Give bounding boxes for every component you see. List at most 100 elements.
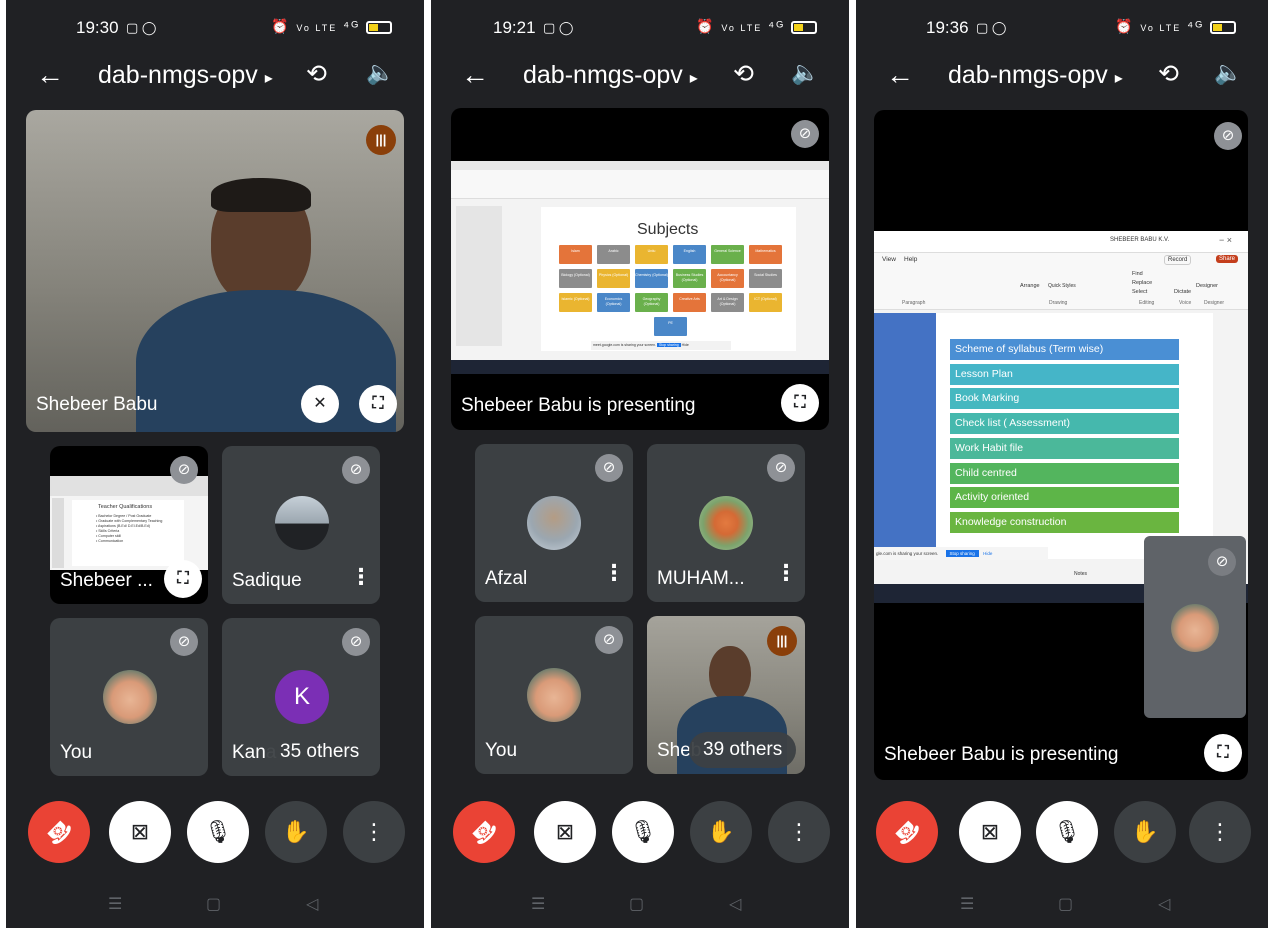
participant-tile-you[interactable]: ⊘ You	[50, 618, 208, 776]
select-tool[interactable]: Select	[1132, 289, 1147, 295]
fullscreen-icon[interactable]: ⛶	[164, 560, 202, 598]
participant-tile-muham[interactable]: ⊘ MUHAM... ⋮	[647, 444, 805, 602]
presenting-caption: Shebeer Babu is presenting	[461, 395, 696, 416]
fullscreen-icon[interactable]: ⛶	[359, 385, 397, 423]
meeting-code[interactable]: dab-nmgs-opv ▸	[948, 61, 1123, 90]
camera-flip-icon[interactable]: ⟲	[1158, 59, 1179, 89]
menu-help[interactable]: Help	[904, 256, 917, 263]
home-nav-icon[interactable]: ▢	[206, 894, 221, 914]
subject-box: Art & Design (Optional)	[711, 293, 744, 312]
presentation-stage[interactable]: ⊘ SHEBEER BABU K.V. − × View Help Record…	[874, 110, 1248, 780]
window-controls[interactable]: − ×	[1219, 235, 1232, 245]
participant-tile-kana[interactable]: ⊘ K Kana 35 others	[222, 618, 380, 776]
back-icon[interactable]: ←	[886, 59, 914, 91]
hide-button[interactable]: Hide	[682, 343, 689, 347]
mic-toggle-button[interactable]: 🎙	[612, 801, 674, 863]
end-call-button[interactable]: ☎	[876, 801, 938, 863]
avatar	[103, 670, 157, 724]
back-icon[interactable]: ←	[461, 59, 489, 91]
menu-view[interactable]: View	[882, 256, 896, 263]
speaker-icon[interactable]: 🔈	[1214, 59, 1243, 86]
hide-button[interactable]: Hide	[983, 551, 992, 556]
more-vertical-icon: ⋮	[1209, 819, 1231, 844]
mic-off-icon: ⊘	[791, 120, 819, 148]
dictate-tool[interactable]: Dictate	[1174, 289, 1191, 295]
subject-box: Biology (Optional)	[559, 269, 592, 288]
quick-styles-tool[interactable]: Quick Styles	[1048, 283, 1076, 289]
share-button[interactable]: Share	[1216, 255, 1239, 263]
raise-hand-button[interactable]: ✋	[690, 801, 752, 863]
fullscreen-icon[interactable]: ⛶	[781, 384, 819, 422]
mic-off-icon: ⊘	[595, 626, 623, 654]
more-options-icon[interactable]: ⋮	[350, 564, 372, 590]
self-view-tile[interactable]: ⊘	[1144, 536, 1246, 718]
stop-sharing-button[interactable]: Stop sharing	[657, 343, 681, 347]
participant-tile-screen[interactable]: Teacher Qualifications • Bachelor Degree…	[50, 446, 208, 604]
back-nav-icon[interactable]: ◁	[729, 894, 741, 914]
subject-box: PE	[654, 317, 687, 336]
meeting-code[interactable]: dab-nmgs-opv ▸	[523, 61, 698, 90]
end-call-button[interactable]: ☎	[453, 801, 515, 863]
replace-tool[interactable]: Replace	[1132, 280, 1152, 286]
others-count[interactable]: 39 others	[689, 732, 797, 768]
slide-blue-panel	[874, 313, 936, 559]
record-button[interactable]: Record	[1164, 255, 1192, 265]
more-options-button[interactable]: ⋮	[1189, 801, 1251, 863]
raise-hand-button[interactable]: ✋	[1114, 801, 1176, 863]
camera-flip-icon[interactable]: ⟲	[306, 59, 327, 89]
end-call-button[interactable]: ☎	[28, 801, 90, 863]
mic-off-icon: 🎙	[204, 819, 232, 844]
ppt-user: SHEBEER BABU K.V.	[1110, 237, 1170, 243]
exit-fullscreen-icon[interactable]: ⛶	[1204, 734, 1242, 772]
participant-tile-afzal[interactable]: ⊘ Afzal ⋮	[475, 444, 633, 602]
subject-box: Accountancy (Optional)	[711, 269, 744, 288]
cast-icon: ▢ ◯	[126, 20, 157, 35]
participant-tile-you[interactable]: ⊘ You	[475, 616, 633, 774]
status-time: 19:21	[493, 18, 536, 37]
speaker-icon[interactable]: 🔈	[366, 59, 395, 86]
back-nav-icon[interactable]: ◁	[1158, 894, 1170, 914]
back-icon[interactable]: ←	[36, 59, 64, 91]
system-nav-bar: ☰ ▢ ◁	[431, 886, 849, 928]
notes-button[interactable]: Notes	[1074, 571, 1087, 577]
raise-hand-button[interactable]: ✋	[265, 801, 327, 863]
camera-toggle-button[interactable]: ⊠	[534, 801, 596, 863]
cast-icon: ▢ ◯	[976, 20, 1007, 35]
camera-toggle-button[interactable]: ⊠	[959, 801, 1021, 863]
home-nav-icon[interactable]: ▢	[1058, 894, 1073, 914]
camera-off-icon: ⊠	[130, 819, 150, 844]
tile-name: Shebeer Babu	[36, 394, 158, 415]
group-voice: Voice	[1179, 300, 1192, 306]
unpin-icon[interactable]: ✕	[301, 385, 339, 423]
camera-toggle-button[interactable]: ⊠	[109, 801, 171, 863]
ribbon: View Help Record Share Find Replace Sele…	[874, 253, 1248, 310]
camera-flip-icon[interactable]: ⟲	[733, 59, 754, 89]
designer-tool[interactable]: Designer	[1196, 283, 1218, 289]
menu-nav-icon[interactable]: ☰	[960, 894, 974, 914]
mic-toggle-button[interactable]: 🎙	[1036, 801, 1098, 863]
arrange-tool[interactable]: Arrange	[1020, 283, 1040, 289]
mic-off-icon: 🎙	[1053, 819, 1081, 844]
system-nav-bar: ☰ ▢ ◁	[6, 886, 424, 928]
others-count[interactable]: 35 others	[266, 734, 374, 770]
more-options-button[interactable]: ⋮	[768, 801, 830, 863]
meeting-code[interactable]: dab-nmgs-opv ▸	[98, 61, 273, 90]
more-options-button[interactable]: ⋮	[343, 801, 405, 863]
menu-nav-icon[interactable]: ☰	[531, 894, 545, 914]
participant-tile-sadique[interactable]: ⊘ Sadique ⋮	[222, 446, 380, 604]
participant-tile-shebeer-video[interactable]: ||| Sheb 39 others	[647, 616, 805, 774]
more-options-icon[interactable]: ⋮	[603, 560, 625, 586]
speaker-icon[interactable]: 🔈	[791, 59, 820, 86]
volte-icon: Vo LTE	[296, 23, 338, 33]
stop-sharing-button[interactable]: Stop sharing	[945, 550, 979, 557]
tile-name: You	[485, 740, 518, 761]
presentation-stage[interactable]: ⊘ Subjects Islam Arabic Urdu English General…	[451, 108, 829, 430]
home-nav-icon[interactable]: ▢	[629, 894, 644, 914]
find-tool[interactable]: Find	[1132, 271, 1143, 277]
avatar	[527, 496, 581, 550]
back-nav-icon[interactable]: ◁	[306, 894, 318, 914]
main-speaker-tile[interactable]: ||| Shebeer Babu ✕ ⛶	[26, 110, 404, 432]
mic-toggle-button[interactable]: 🎙	[187, 801, 249, 863]
more-options-icon[interactable]: ⋮	[775, 560, 797, 586]
menu-nav-icon[interactable]: ☰	[108, 894, 122, 914]
